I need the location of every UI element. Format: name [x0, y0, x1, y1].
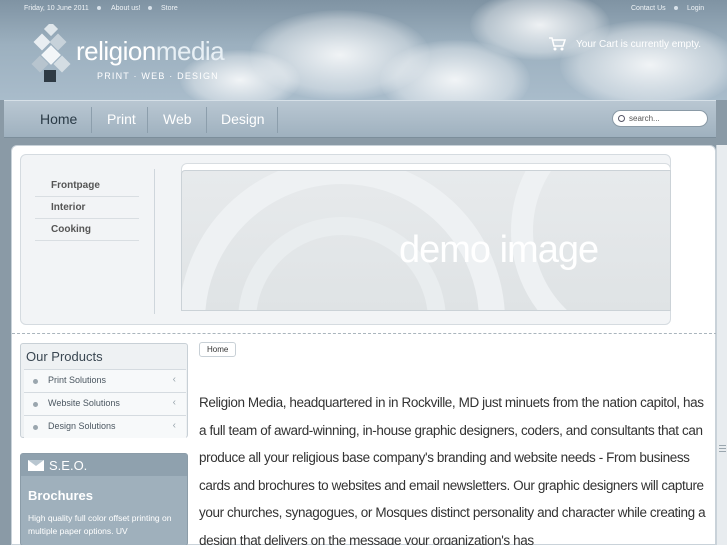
seo-title: S.E.O. — [49, 458, 88, 473]
chevron-left-icon: ‹ — [172, 374, 176, 385]
slider-divider — [154, 169, 155, 314]
product-label: Design Solutions — [48, 421, 116, 431]
main-paragraph: Religion Media, headquartered in in Rock… — [199, 395, 706, 545]
slider-item-cooking[interactable]: Cooking — [35, 219, 139, 241]
product-label: Website Solutions — [48, 398, 120, 408]
page-scrollbar[interactable] — [716, 145, 727, 545]
search-icon — [618, 115, 625, 122]
bullet-icon — [33, 425, 38, 430]
slider-item-frontpage[interactable]: Frontpage — [35, 175, 139, 197]
search-placeholder: search... — [629, 114, 660, 123]
content-panel: Frontpage Interior Cooking demo image Ou… — [11, 145, 717, 545]
product-item-print[interactable]: Print Solutions ‹ — [24, 369, 186, 392]
nav-home[interactable]: Home — [40, 111, 77, 127]
breadcrumb-home[interactable]: Home — [199, 342, 237, 357]
separator-dot — [148, 5, 152, 12]
seo-header: S.E.O. — [21, 454, 187, 476]
section-divider — [12, 333, 717, 334]
brochures-heading[interactable]: Brochures — [28, 488, 93, 503]
product-label: Print Solutions — [48, 375, 107, 385]
logo-name-part: religion — [76, 36, 156, 66]
nav-print[interactable]: Print — [107, 111, 136, 127]
chevron-left-icon: ‹ — [172, 420, 176, 431]
separator-dot — [674, 5, 678, 12]
mail-icon — [28, 460, 44, 471]
bullet-icon — [33, 379, 38, 384]
nav-divider — [91, 107, 92, 133]
chevron-left-icon: ‹ — [172, 397, 176, 408]
demo-image[interactable]: demo image — [181, 170, 671, 311]
featured-slider: Frontpage Interior Cooking demo image — [20, 154, 671, 325]
site-logo[interactable]: religionmedia PRINT · WEB · DESIGN — [30, 24, 250, 86]
demo-image-label: demo image — [399, 229, 599, 271]
seo-box: S.E.O. Brochures High quality full color… — [20, 453, 188, 545]
nav-divider — [147, 107, 148, 133]
logo-tagline: PRINT · WEB · DESIGN — [97, 71, 219, 81]
search-input[interactable]: search... — [612, 110, 708, 127]
scroll-grip-icon[interactable] — [719, 445, 726, 459]
nav-design[interactable]: Design — [221, 111, 265, 127]
bullet-icon — [33, 402, 38, 407]
product-item-design[interactable]: Design Solutions ‹ — [24, 415, 186, 438]
logo-wordmark: religionmedia — [76, 36, 225, 67]
cart-text: Your Cart is currently empty. — [576, 39, 702, 50]
date-text: Friday, 10 June 2011 — [24, 5, 89, 12]
products-title: Our Products — [26, 349, 103, 364]
nav-web[interactable]: Web — [163, 111, 192, 127]
brochures-text: High quality full color offset printing … — [28, 513, 172, 536]
nav-divider — [206, 107, 207, 133]
login-link[interactable]: Login — [687, 5, 704, 12]
contact-link[interactable]: Contact Us — [631, 5, 666, 12]
nav-divider — [277, 107, 278, 133]
slider-item-interior[interactable]: Interior — [35, 197, 139, 219]
main-nav: Home Print Web Design search... — [4, 100, 716, 138]
products-box: Our Products Print Solutions ‹ Website S… — [20, 343, 188, 438]
separator-dot — [97, 5, 101, 12]
logo-mark-icon — [31, 24, 71, 82]
slider-menu: Frontpage Interior Cooking — [35, 175, 139, 241]
store-link[interactable]: Store — [161, 5, 178, 12]
cart-icon — [549, 37, 566, 51]
about-link[interactable]: About us! — [111, 5, 141, 12]
product-item-website[interactable]: Website Solutions ‹ — [24, 392, 186, 415]
top-bar: Friday, 10 June 2011 About us! Store Con… — [0, 0, 727, 18]
logo-name-part: media — [155, 36, 225, 66]
